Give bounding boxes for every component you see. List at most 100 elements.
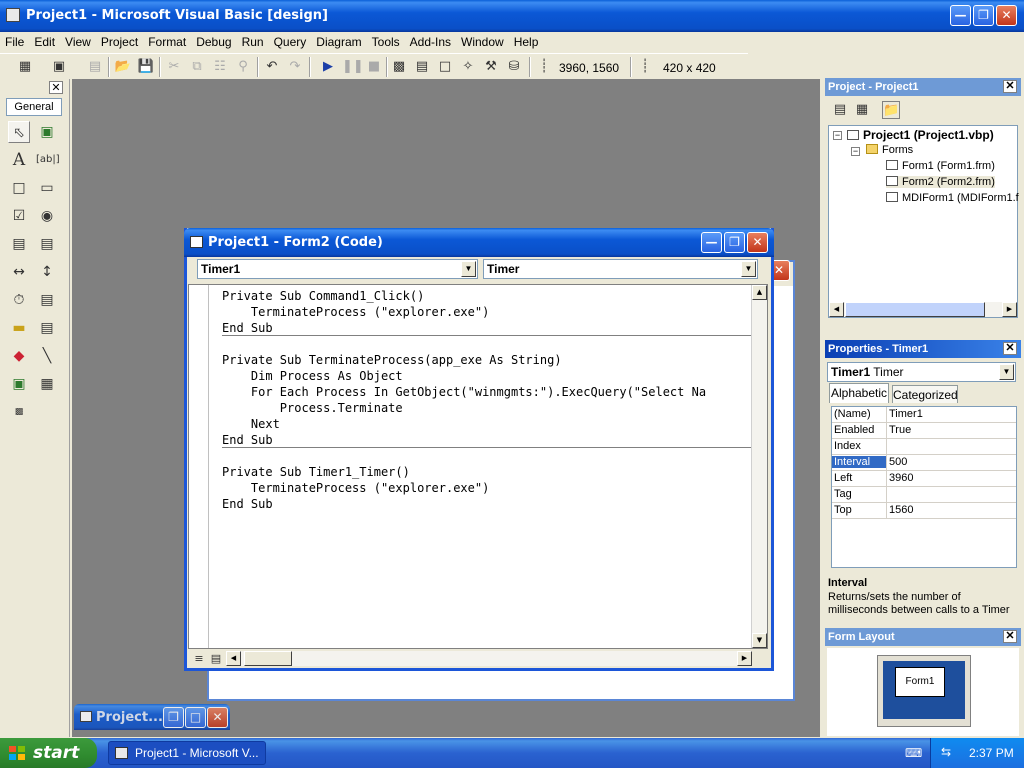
project-tree[interactable]: − Project1 (Project1.vbp) − Forms Form1 … [828, 125, 1019, 318]
object-combo[interactable]: Timer1 ▼ [197, 259, 478, 279]
menu-view[interactable]: View [60, 32, 96, 52]
line-tool-icon[interactable]: ╲ [36, 345, 58, 367]
code-line[interactable]: TerminateProcess ("explorer.exe") [222, 304, 752, 320]
scroll-left-icon[interactable]: ◀ [829, 302, 844, 317]
collapse-icon[interactable]: − [851, 147, 860, 156]
picturebox-tool-icon[interactable]: ▣ [36, 121, 58, 143]
collapse-icon[interactable]: − [833, 131, 842, 140]
copy-icon[interactable]: ⧉ [188, 58, 206, 76]
pointer-tool-icon[interactable]: ⬁ [8, 121, 30, 143]
form-layout-pane-title-bar[interactable]: Form Layout ✕ [825, 628, 1021, 646]
property-value[interactable]: True [889, 424, 911, 436]
restore-button[interactable]: ❐ [163, 707, 184, 728]
minimized-project-window[interactable]: Project... ❐ □ ✕ [74, 704, 230, 730]
tree-node-mdiform1[interactable]: MDIForm1 (MDIForm1.f [886, 192, 1019, 204]
form-layout-icon[interactable]: □ [436, 58, 454, 76]
code-line[interactable] [222, 336, 752, 352]
save-project-icon[interactable]: 💾 [137, 58, 155, 76]
horizontal-scroll-thumb[interactable] [244, 651, 292, 666]
property-row[interactable]: (Name) Timer1 [832, 407, 1016, 423]
image-tool-icon[interactable]: ▣ [8, 373, 30, 395]
menu-diagram[interactable]: Diagram [311, 32, 366, 52]
property-row[interactable]: Left 3960 [832, 471, 1016, 487]
property-row[interactable]: Top 1560 [832, 503, 1016, 519]
view-object-icon[interactable]: ▦ [853, 101, 871, 119]
minimize-button[interactable]: — [950, 5, 971, 26]
filelistbox-tool-icon[interactable]: ▤ [36, 317, 58, 339]
code-line[interactable]: Process.Terminate [222, 400, 752, 416]
toolbox-general-tab[interactable]: General [6, 98, 62, 116]
project-explorer-icon[interactable]: ▩ [390, 58, 408, 76]
property-row[interactable]: Tag [832, 487, 1016, 503]
property-row-selected[interactable]: Interval 500 [832, 455, 1016, 471]
tab-alphabetic[interactable]: Alphabetic [829, 383, 889, 403]
menu-editor-icon[interactable]: ▤ [86, 58, 104, 76]
code-line[interactable]: TerminateProcess ("explorer.exe") [222, 480, 752, 496]
full-module-view-icon[interactable]: ▤ [207, 650, 225, 668]
properties-pane-close-icon[interactable]: ✕ [1003, 342, 1017, 355]
code-line[interactable]: Private Sub TerminateProcess(app_exe As … [222, 352, 752, 368]
add-form-icon[interactable]: ▣ [50, 58, 68, 76]
data-view-icon[interactable]: ⛁ [505, 58, 523, 76]
clock[interactable]: 2:37 PM [969, 746, 1014, 760]
procedure-view-icon[interactable]: ≡ [190, 650, 208, 668]
find-icon[interactable]: ⚲ [234, 58, 252, 76]
vscrollbar-tool-icon[interactable]: ↕ [36, 261, 58, 283]
code-close-button[interactable]: ✕ [747, 232, 768, 253]
menu-query[interactable]: Query [269, 32, 312, 52]
menu-format[interactable]: Format [143, 32, 191, 52]
chevron-down-icon[interactable]: ▼ [999, 364, 1014, 380]
end-icon[interactable]: ■ [365, 58, 383, 76]
label-tool-icon[interactable]: A [8, 149, 30, 171]
menu-debug[interactable]: Debug [191, 32, 236, 52]
property-value[interactable]: 3960 [889, 472, 913, 484]
code-text[interactable]: Private Sub Command1_Click() TerminatePr… [222, 288, 752, 512]
start-run-icon[interactable]: ▶ [319, 58, 337, 76]
vertical-scrollbar[interactable]: ▲ ▼ [751, 285, 767, 648]
menu-tools[interactable]: Tools [367, 32, 405, 52]
tree-node-forms-folder[interactable]: Forms [866, 144, 913, 156]
code-minimize-button[interactable]: — [701, 232, 722, 253]
procedure-combo[interactable]: Timer ▼ [483, 259, 758, 279]
object-browser-icon[interactable]: ✧ [459, 58, 477, 76]
code-line[interactable]: End Sub [222, 320, 752, 336]
drivelistbox-tool-icon[interactable]: ▤ [36, 289, 58, 311]
shape-tool-icon[interactable]: ◆ [8, 345, 30, 367]
property-row[interactable]: Index [832, 439, 1016, 455]
menu-add-ins[interactable]: Add-Ins [405, 32, 456, 52]
properties-window-icon[interactable]: ▤ [413, 58, 431, 76]
paste-icon[interactable]: ☷ [211, 58, 229, 76]
tree-node-project[interactable]: Project1 (Project1.vbp) [847, 128, 994, 142]
horizontal-scrollbar[interactable]: ◀ ▶ [226, 651, 752, 666]
property-value[interactable]: 500 [889, 456, 907, 468]
property-row[interactable]: Enabled True [832, 423, 1016, 439]
code-editor[interactable]: Private Sub Command1_Click() TerminatePr… [188, 284, 768, 649]
ole-tool-icon[interactable]: ▩ [8, 401, 30, 423]
property-value[interactable]: 1560 [889, 504, 913, 516]
chevron-down-icon[interactable]: ▼ [741, 261, 756, 277]
undo-icon[interactable]: ↶ [263, 58, 281, 76]
close-button[interactable]: ✕ [207, 707, 228, 728]
chevron-down-icon[interactable]: ▼ [461, 261, 476, 277]
data-tool-icon[interactable]: ▦ [36, 373, 58, 395]
horizontal-scroll-thumb[interactable] [845, 302, 985, 317]
maximize-button[interactable]: ❐ [973, 5, 994, 26]
dirlistbox-tool-icon[interactable]: ▬ [8, 317, 30, 339]
hscrollbar-tool-icon[interactable]: ↔ [8, 261, 30, 283]
redo-icon[interactable]: ↷ [286, 58, 304, 76]
toolbox-close-icon[interactable]: ✕ [49, 81, 63, 94]
menu-project[interactable]: Project [96, 32, 143, 52]
close-button[interactable]: ✕ [996, 5, 1017, 26]
menu-edit[interactable]: Edit [29, 32, 60, 52]
menu-run[interactable]: Run [237, 32, 269, 52]
scroll-down-icon[interactable]: ▼ [752, 633, 767, 648]
view-code-icon[interactable]: ▤ [831, 101, 849, 119]
code-line[interactable]: For Each Process In GetObject("winmgmts:… [222, 384, 752, 400]
code-window-title-bar[interactable]: Project1 - Form2 (Code) — ❐ ✕ [184, 228, 774, 257]
maximize-button[interactable]: □ [185, 707, 206, 728]
scroll-up-icon[interactable]: ▲ [752, 285, 767, 300]
code-line[interactable]: Private Sub Timer1_Timer() [222, 464, 752, 480]
properties-pane-title-bar[interactable]: Properties - Timer1 ✕ [825, 340, 1021, 358]
properties-grid[interactable]: (Name) Timer1 Enabled True Index Interval 5… [831, 406, 1017, 568]
toggle-folders-icon[interactable]: 📁 [882, 101, 900, 119]
